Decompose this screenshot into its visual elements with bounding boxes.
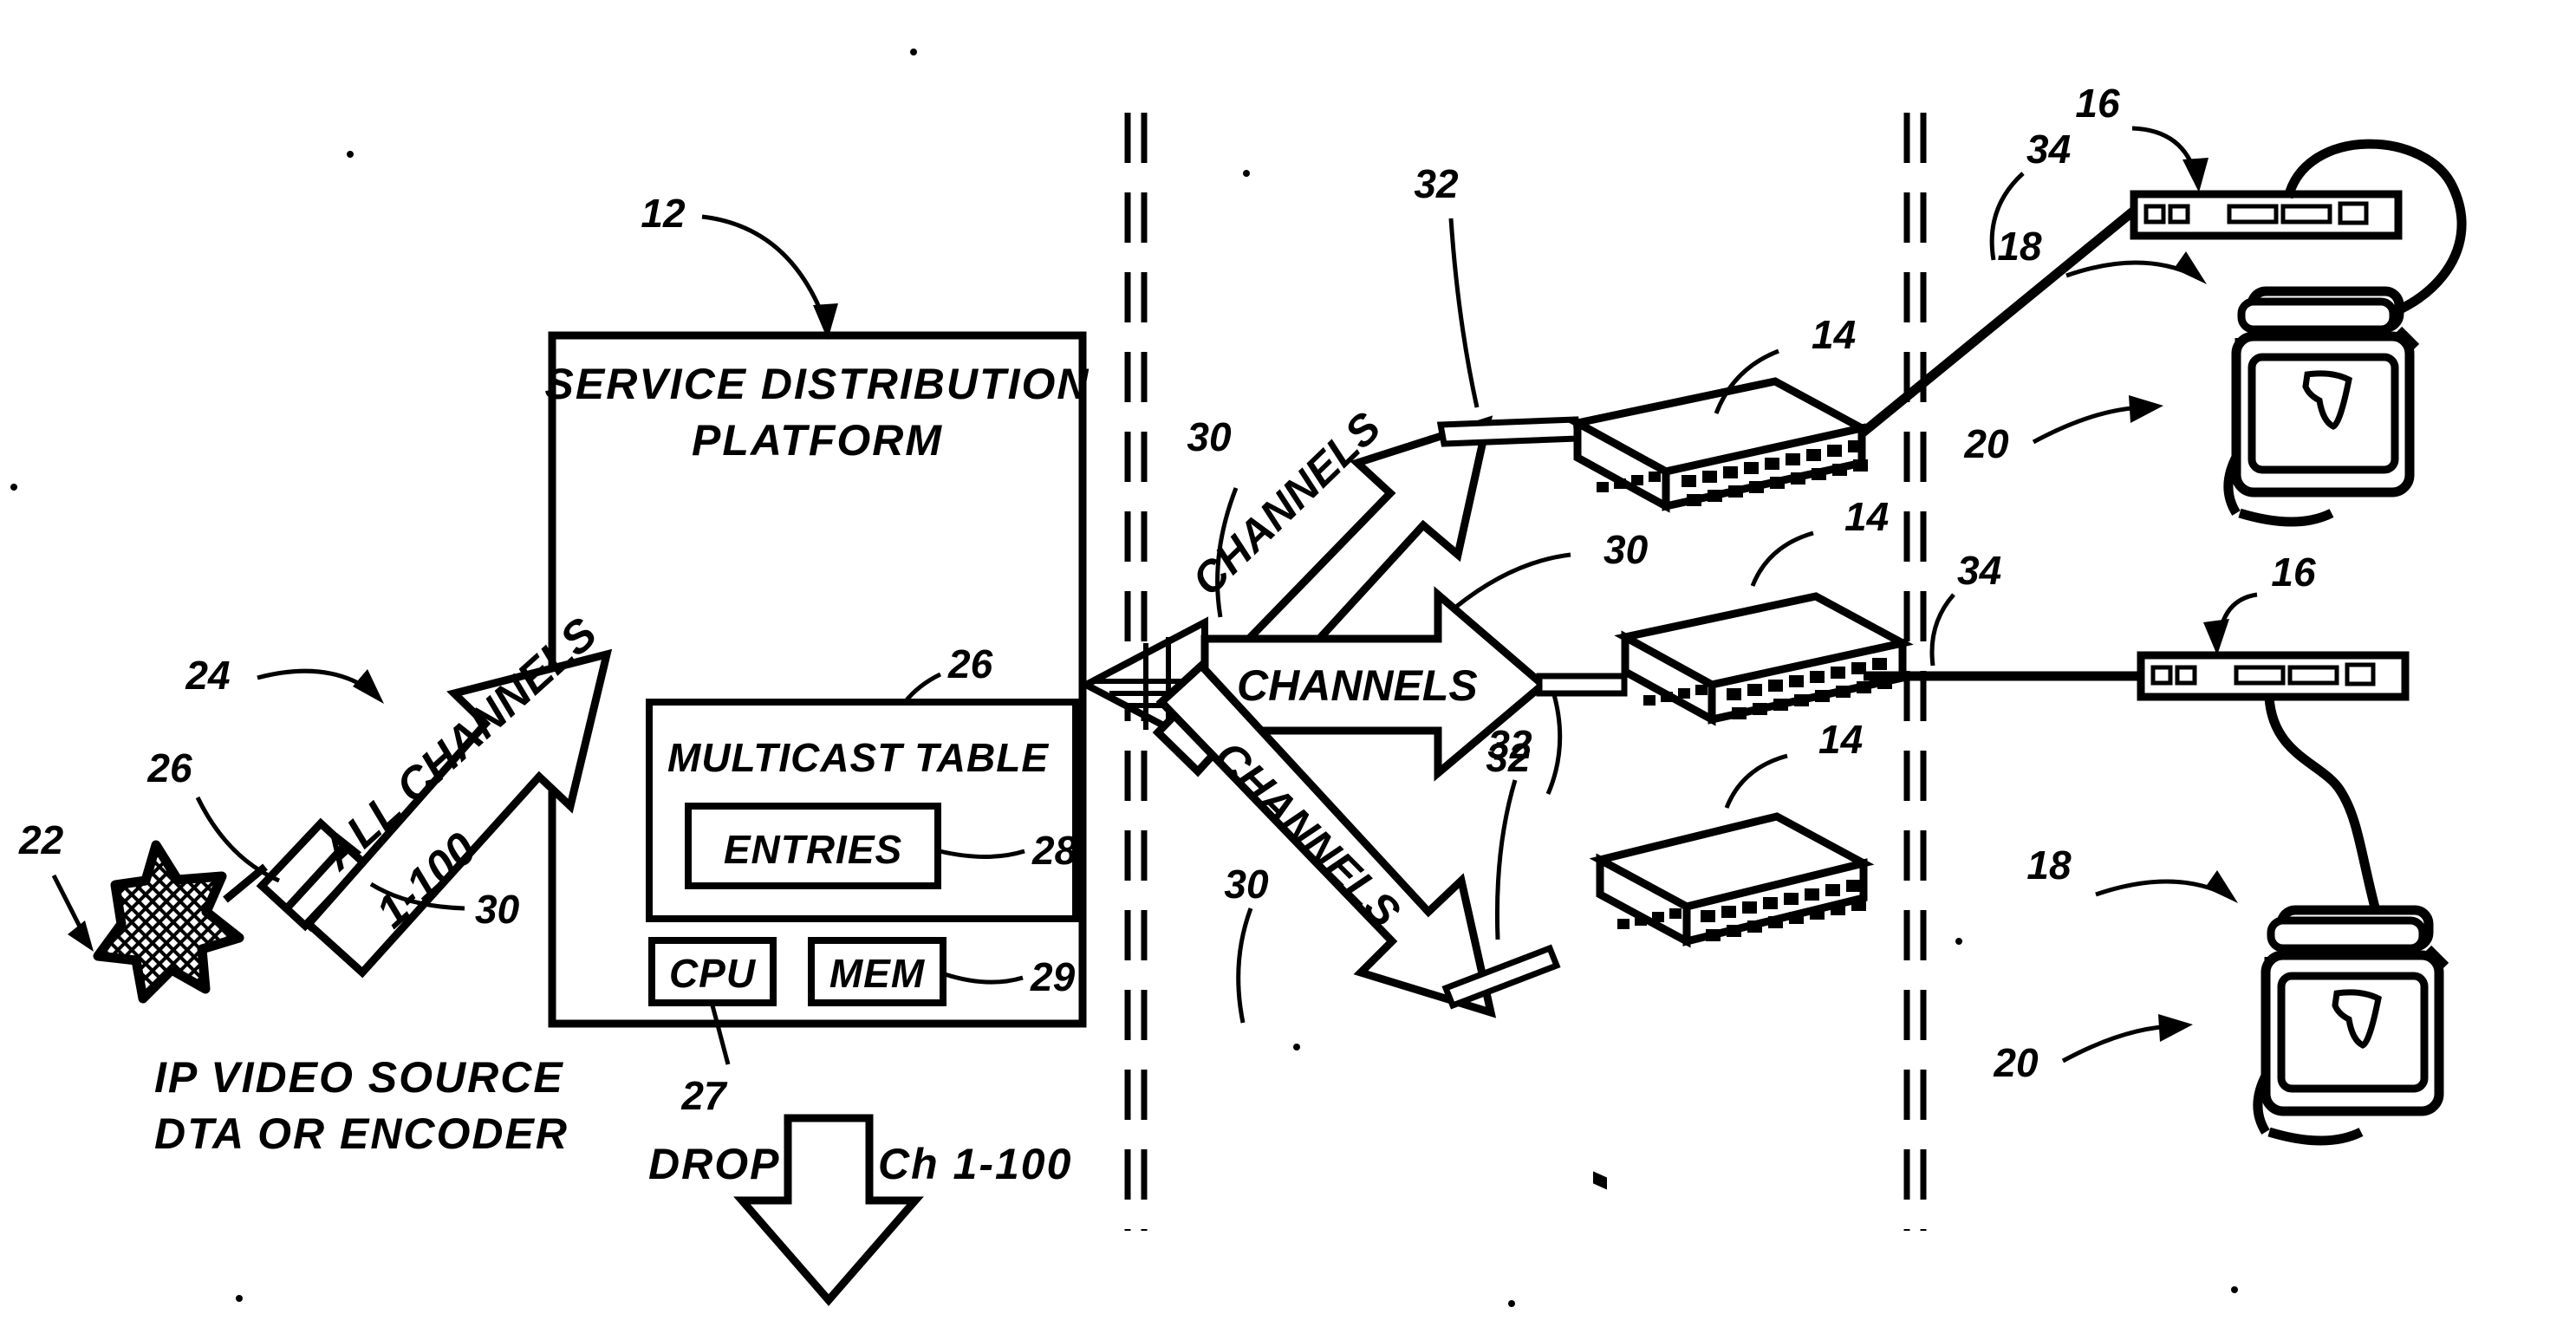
ref-20-top-label: 20 [1963, 421, 2009, 466]
ref-16-bottom-label: 16 [2271, 550, 2316, 595]
ref-18-top-leader [2065, 251, 2207, 284]
link-32-top [1436, 416, 1581, 447]
ref-30-middle-leader [1454, 552, 1571, 608]
source-caption-line1: IP VIDEO SOURCE [154, 1053, 564, 1102]
ref-32-bottom-label: 32 [1486, 735, 1531, 780]
drop-label-left: DROP [648, 1140, 780, 1188]
ref-20-top-leader [2032, 395, 2163, 445]
ref-30-top-label: 30 [1187, 414, 1232, 459]
ref-14-bottom-label: 14 [1818, 717, 1863, 762]
ref-32-middle-leader [1545, 691, 1563, 795]
network-switch-2 [1614, 592, 1914, 726]
ref-28-label: 28 [1031, 828, 1077, 873]
ref-16-top-label: 16 [2075, 81, 2120, 126]
ref-18-bottom-label: 18 [2026, 842, 2072, 888]
ref-14-middle-leader [1750, 530, 1814, 587]
sdp-title-line2: PLATFORM [692, 416, 943, 465]
ref-12-leader [701, 214, 838, 340]
channels-arrow-middle-label: CHANNELS [1237, 661, 1478, 710]
ref-14-top-label: 14 [1812, 312, 1856, 357]
ref-27-label: 27 [680, 1073, 728, 1118]
ref-14-bottom-leader [1724, 753, 1788, 809]
ref-30-bottom-label: 30 [1224, 862, 1269, 907]
mem-label: MEM [829, 951, 926, 996]
figure-svg: SERVICE DISTRIBUTION PLATFORM 12 MULTICA… [10, 49, 2467, 1307]
sdp-title-line1: SERVICE DISTRIBUTION [545, 360, 1090, 408]
ref-24-leader [257, 668, 384, 704]
ref-32-top-label: 32 [1414, 161, 1459, 206]
ref-29-label: 29 [1030, 954, 1076, 999]
ref-22-leader [51, 874, 94, 952]
link-32-middle [1536, 673, 1628, 697]
network-switch-3 [1589, 812, 1875, 948]
set-top-box-2 [2137, 651, 2410, 701]
ref-26-source-label: 26 [146, 745, 192, 790]
ip-video-source-star [93, 840, 244, 1004]
ref-14-middle-label: 14 [1844, 494, 1889, 539]
ref-30-bottom-leader [1236, 907, 1253, 1024]
multicast-table-label: MULTICAST TABLE [667, 735, 1049, 780]
ref-16-bottom-leader [2203, 592, 2258, 655]
source-caption-line2: DTA OR ENCODER [154, 1109, 569, 1158]
ref-26-table-label: 26 [947, 641, 993, 686]
entries-label: ENTRIES [724, 827, 902, 872]
ref-18-top-label: 18 [1997, 224, 2042, 269]
ref-22-label: 22 [18, 817, 64, 862]
ref-20-bottom-leader [2061, 1014, 2193, 1064]
stb-2-display-cable [2264, 696, 2384, 922]
ref-20-bottom-label: 20 [1993, 1040, 2039, 1085]
ref-24-label: 24 [185, 653, 230, 698]
ref-32-top-leader [1448, 218, 1480, 408]
ref-34-top-label: 34 [2026, 127, 2071, 172]
cpu-label: CPU [669, 951, 757, 996]
ref-26-source-leader [195, 796, 280, 883]
ref-12-label: 12 [641, 191, 686, 236]
drop-link-34-top [1858, 172, 2137, 438]
ref-34-bottom-label: 34 [1957, 548, 2001, 593]
ref-16-top-leader [2131, 126, 2208, 192]
ref-32-bottom-leader [1494, 779, 1518, 940]
display-2 [2253, 905, 2449, 1146]
ref-18-bottom-leader [2095, 870, 2238, 903]
drop-label-right: Ch 1-100 [878, 1140, 1072, 1188]
display-1 [2223, 286, 2420, 527]
patent-figure-canvas: SERVICE DISTRIBUTION PLATFORM 12 MULTICA… [0, 0, 2576, 1340]
ref-30-middle-label: 30 [1603, 527, 1649, 572]
network-switch-1 [1566, 377, 1873, 1190]
set-top-box-1 [2130, 190, 2403, 240]
ref-30-input-label: 30 [475, 887, 520, 932]
